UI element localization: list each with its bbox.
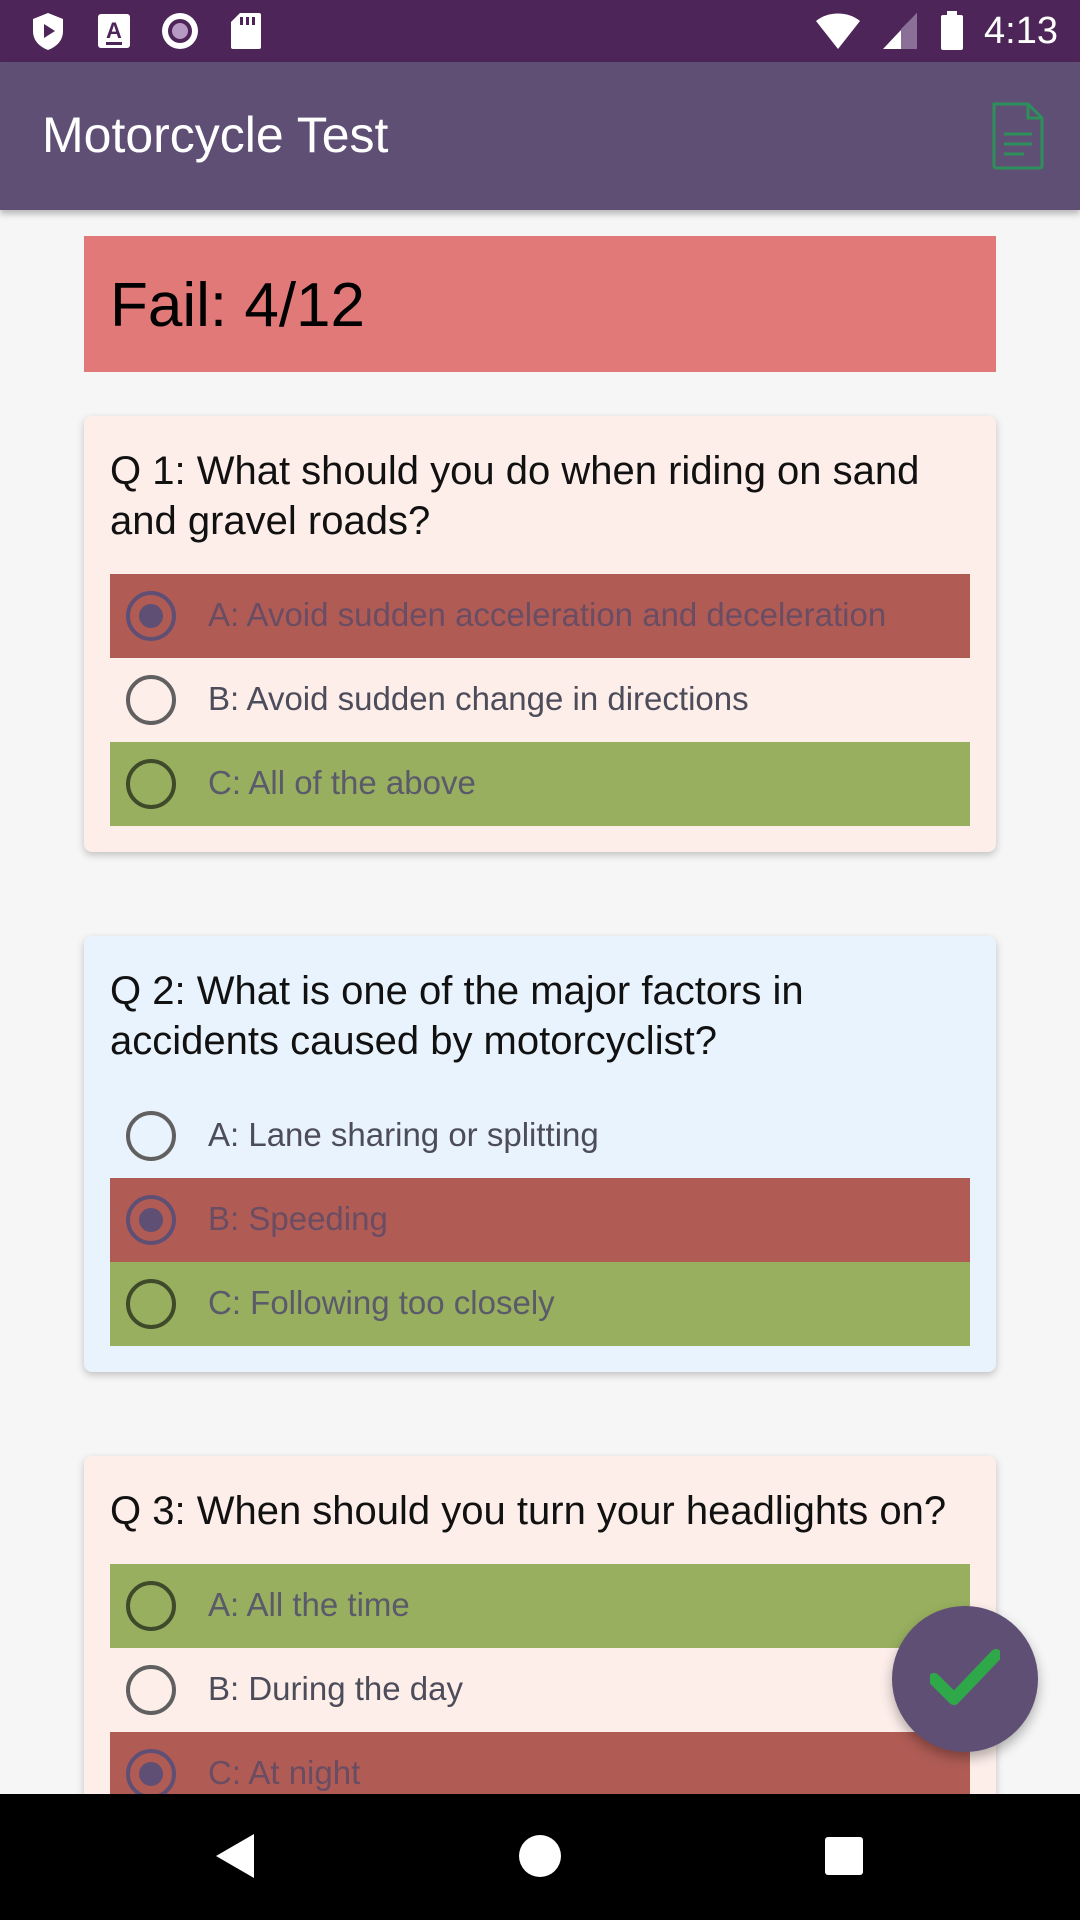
option-label: B: During the day bbox=[208, 1670, 463, 1707]
radio-selected-dot bbox=[139, 1762, 163, 1786]
radio-button[interactable] bbox=[126, 1749, 176, 1794]
option-label: B: Avoid sudden change in directions bbox=[208, 680, 749, 717]
answer-option[interactable]: B: Speeding bbox=[110, 1178, 970, 1262]
question-text: Q 3: When should you turn your headlight… bbox=[110, 1489, 947, 1533]
option-label: A: Lane sharing or splitting bbox=[208, 1116, 599, 1153]
clock-time: 4:13 bbox=[984, 10, 1058, 52]
question-card: Q 3: When should you turn your headlight… bbox=[84, 1456, 996, 1794]
option-label: C: At night bbox=[208, 1754, 361, 1791]
play-protect-icon bbox=[28, 10, 68, 52]
question-card: Q 1: What should you do when riding on s… bbox=[84, 416, 996, 852]
option-label: C: All of the above bbox=[208, 764, 476, 801]
radio-selected-dot bbox=[139, 1208, 163, 1232]
page-title: Motorcycle Test bbox=[42, 107, 389, 163]
answer-option[interactable]: A: Avoid sudden acceleration and deceler… bbox=[110, 574, 970, 658]
recents-icon[interactable] bbox=[822, 1832, 866, 1885]
circle-record-icon bbox=[160, 10, 200, 52]
radio-button[interactable] bbox=[126, 675, 176, 725]
option-label: A: All the time bbox=[208, 1586, 410, 1623]
checkmark-icon bbox=[928, 1647, 1002, 1712]
answer-option[interactable]: A: All the time bbox=[110, 1564, 970, 1648]
question-text: Q 2: What is one of the major factors in… bbox=[110, 969, 804, 1063]
radio-button[interactable] bbox=[126, 1665, 176, 1715]
option-label: C: Following too closely bbox=[208, 1284, 555, 1321]
answer-option[interactable]: A: Lane sharing or splitting bbox=[110, 1094, 970, 1178]
result-banner: Fail: 4/12 bbox=[84, 236, 996, 372]
radio-button[interactable] bbox=[126, 1195, 176, 1245]
sd-card-icon bbox=[226, 10, 266, 52]
answer-option[interactable]: C: All of the above bbox=[110, 742, 970, 826]
radio-button[interactable] bbox=[126, 1581, 176, 1631]
question-text: Q 1: What should you do when riding on s… bbox=[110, 449, 920, 543]
a-keyboard-icon: A bbox=[94, 10, 134, 52]
answer-option[interactable]: C: Following too closely bbox=[110, 1262, 970, 1346]
radio-button[interactable] bbox=[126, 1111, 176, 1161]
submit-fab-button[interactable] bbox=[892, 1606, 1038, 1752]
battery-icon bbox=[938, 10, 966, 52]
app-bar: Motorcycle Test bbox=[0, 62, 1080, 210]
answer-option[interactable]: C: At night bbox=[110, 1732, 970, 1794]
radio-button[interactable] bbox=[126, 759, 176, 809]
radio-button[interactable] bbox=[126, 1279, 176, 1329]
home-icon[interactable] bbox=[518, 1832, 562, 1885]
document-icon[interactable] bbox=[990, 102, 1046, 170]
wifi-icon bbox=[814, 10, 862, 52]
status-bar: A 4:13 bbox=[0, 0, 1080, 62]
option-label: B: Speeding bbox=[208, 1200, 388, 1237]
navigation-bar bbox=[0, 1794, 1080, 1920]
svg-text:A: A bbox=[106, 18, 122, 43]
result-score: Fail: 4/12 bbox=[110, 271, 366, 340]
results-list[interactable]: Fail: 4/12 Q 1: What should you do when … bbox=[0, 210, 1080, 1794]
back-icon[interactable] bbox=[214, 1832, 258, 1885]
radio-button[interactable] bbox=[126, 591, 176, 641]
answer-option[interactable]: B: Avoid sudden change in directions bbox=[110, 658, 970, 742]
answer-option[interactable]: B: During the day bbox=[110, 1648, 970, 1732]
signal-icon bbox=[880, 10, 920, 52]
question-card: Q 2: What is one of the major factors in… bbox=[84, 936, 996, 1372]
option-label: A: Avoid sudden acceleration and deceler… bbox=[208, 596, 887, 633]
radio-selected-dot bbox=[139, 604, 163, 628]
